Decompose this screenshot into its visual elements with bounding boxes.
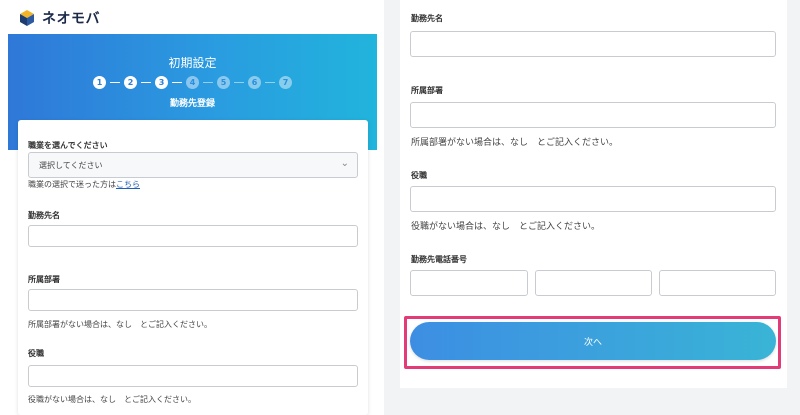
step-connector [265,82,275,83]
step-4: 4 [186,76,199,89]
employer-label: 勤務先名 [28,211,60,220]
position-help: 役職がない場合は、なし とご記入ください。 [411,222,601,232]
occupation-help: 職業の選択で迷った方はこちら [28,179,140,190]
occupation-label: 職業を選んでください [28,141,108,150]
step-connector [172,82,182,83]
next-button[interactable]: 次へ [410,322,776,360]
department-help: 所属部署がない場合は、なし とご記入ください。 [28,320,212,329]
phone-input-exchange[interactable] [535,270,652,296]
department-input[interactable] [28,289,358,311]
step-3: 3 [155,76,168,89]
next-button-label: 次へ [583,337,602,348]
step-connector [203,82,213,83]
step-6: 6 [248,76,261,89]
employer-label: 勤務先名 [411,14,443,23]
cube-logo-icon [18,9,36,27]
position-input[interactable] [410,186,776,212]
position-label: 役職 [28,349,44,358]
department-label: 所属部署 [411,86,443,95]
brand-name: ネオモバ [42,11,100,27]
phone-input-number[interactable] [659,270,776,296]
left-panel: ネオモバ 初期設定 1 2 3 4 5 6 7 勤務先登録 職業を選んでください… [0,0,384,415]
step-1: 1 [93,76,106,89]
occupation-help-text: 職業の選択で迷った方は [28,180,116,189]
position-input[interactable] [28,365,358,387]
phone-label: 勤務先電話番号 [411,255,467,264]
department-input[interactable] [410,102,776,128]
occupation-select[interactable]: 選択してください ⌄ [28,152,358,178]
position-help: 役職がない場合は、なし とご記入ください。 [28,395,196,404]
brand: ネオモバ [18,8,100,28]
step-2: 2 [124,76,137,89]
step-7: 7 [279,76,292,89]
occupation-select-value: 選択してください [39,161,103,170]
setup-title: 初期設定 [168,56,217,70]
employer-input[interactable] [410,31,776,57]
department-help: 所属部署がない場合は、なし とご記入ください。 [411,138,619,148]
step-progress: 1 2 3 4 5 6 7 [8,76,377,89]
employer-input[interactable] [28,225,358,247]
step-5: 5 [217,76,230,89]
position-label: 役職 [411,171,427,180]
step-connector [141,82,151,83]
department-label: 所属部署 [28,275,60,284]
current-step-caption: 勤務先登録 [169,99,215,109]
occupation-help-link[interactable]: こちら [116,180,140,189]
phone-input-area-code[interactable] [410,270,528,296]
step-connector [234,82,244,83]
step-connector [110,82,120,83]
chevron-down-icon: ⌄ [340,158,349,169]
form-card: 職業を選んでください 選択してください ⌄ 職業の選択で迷った方はこちら 勤務先… [18,120,368,415]
